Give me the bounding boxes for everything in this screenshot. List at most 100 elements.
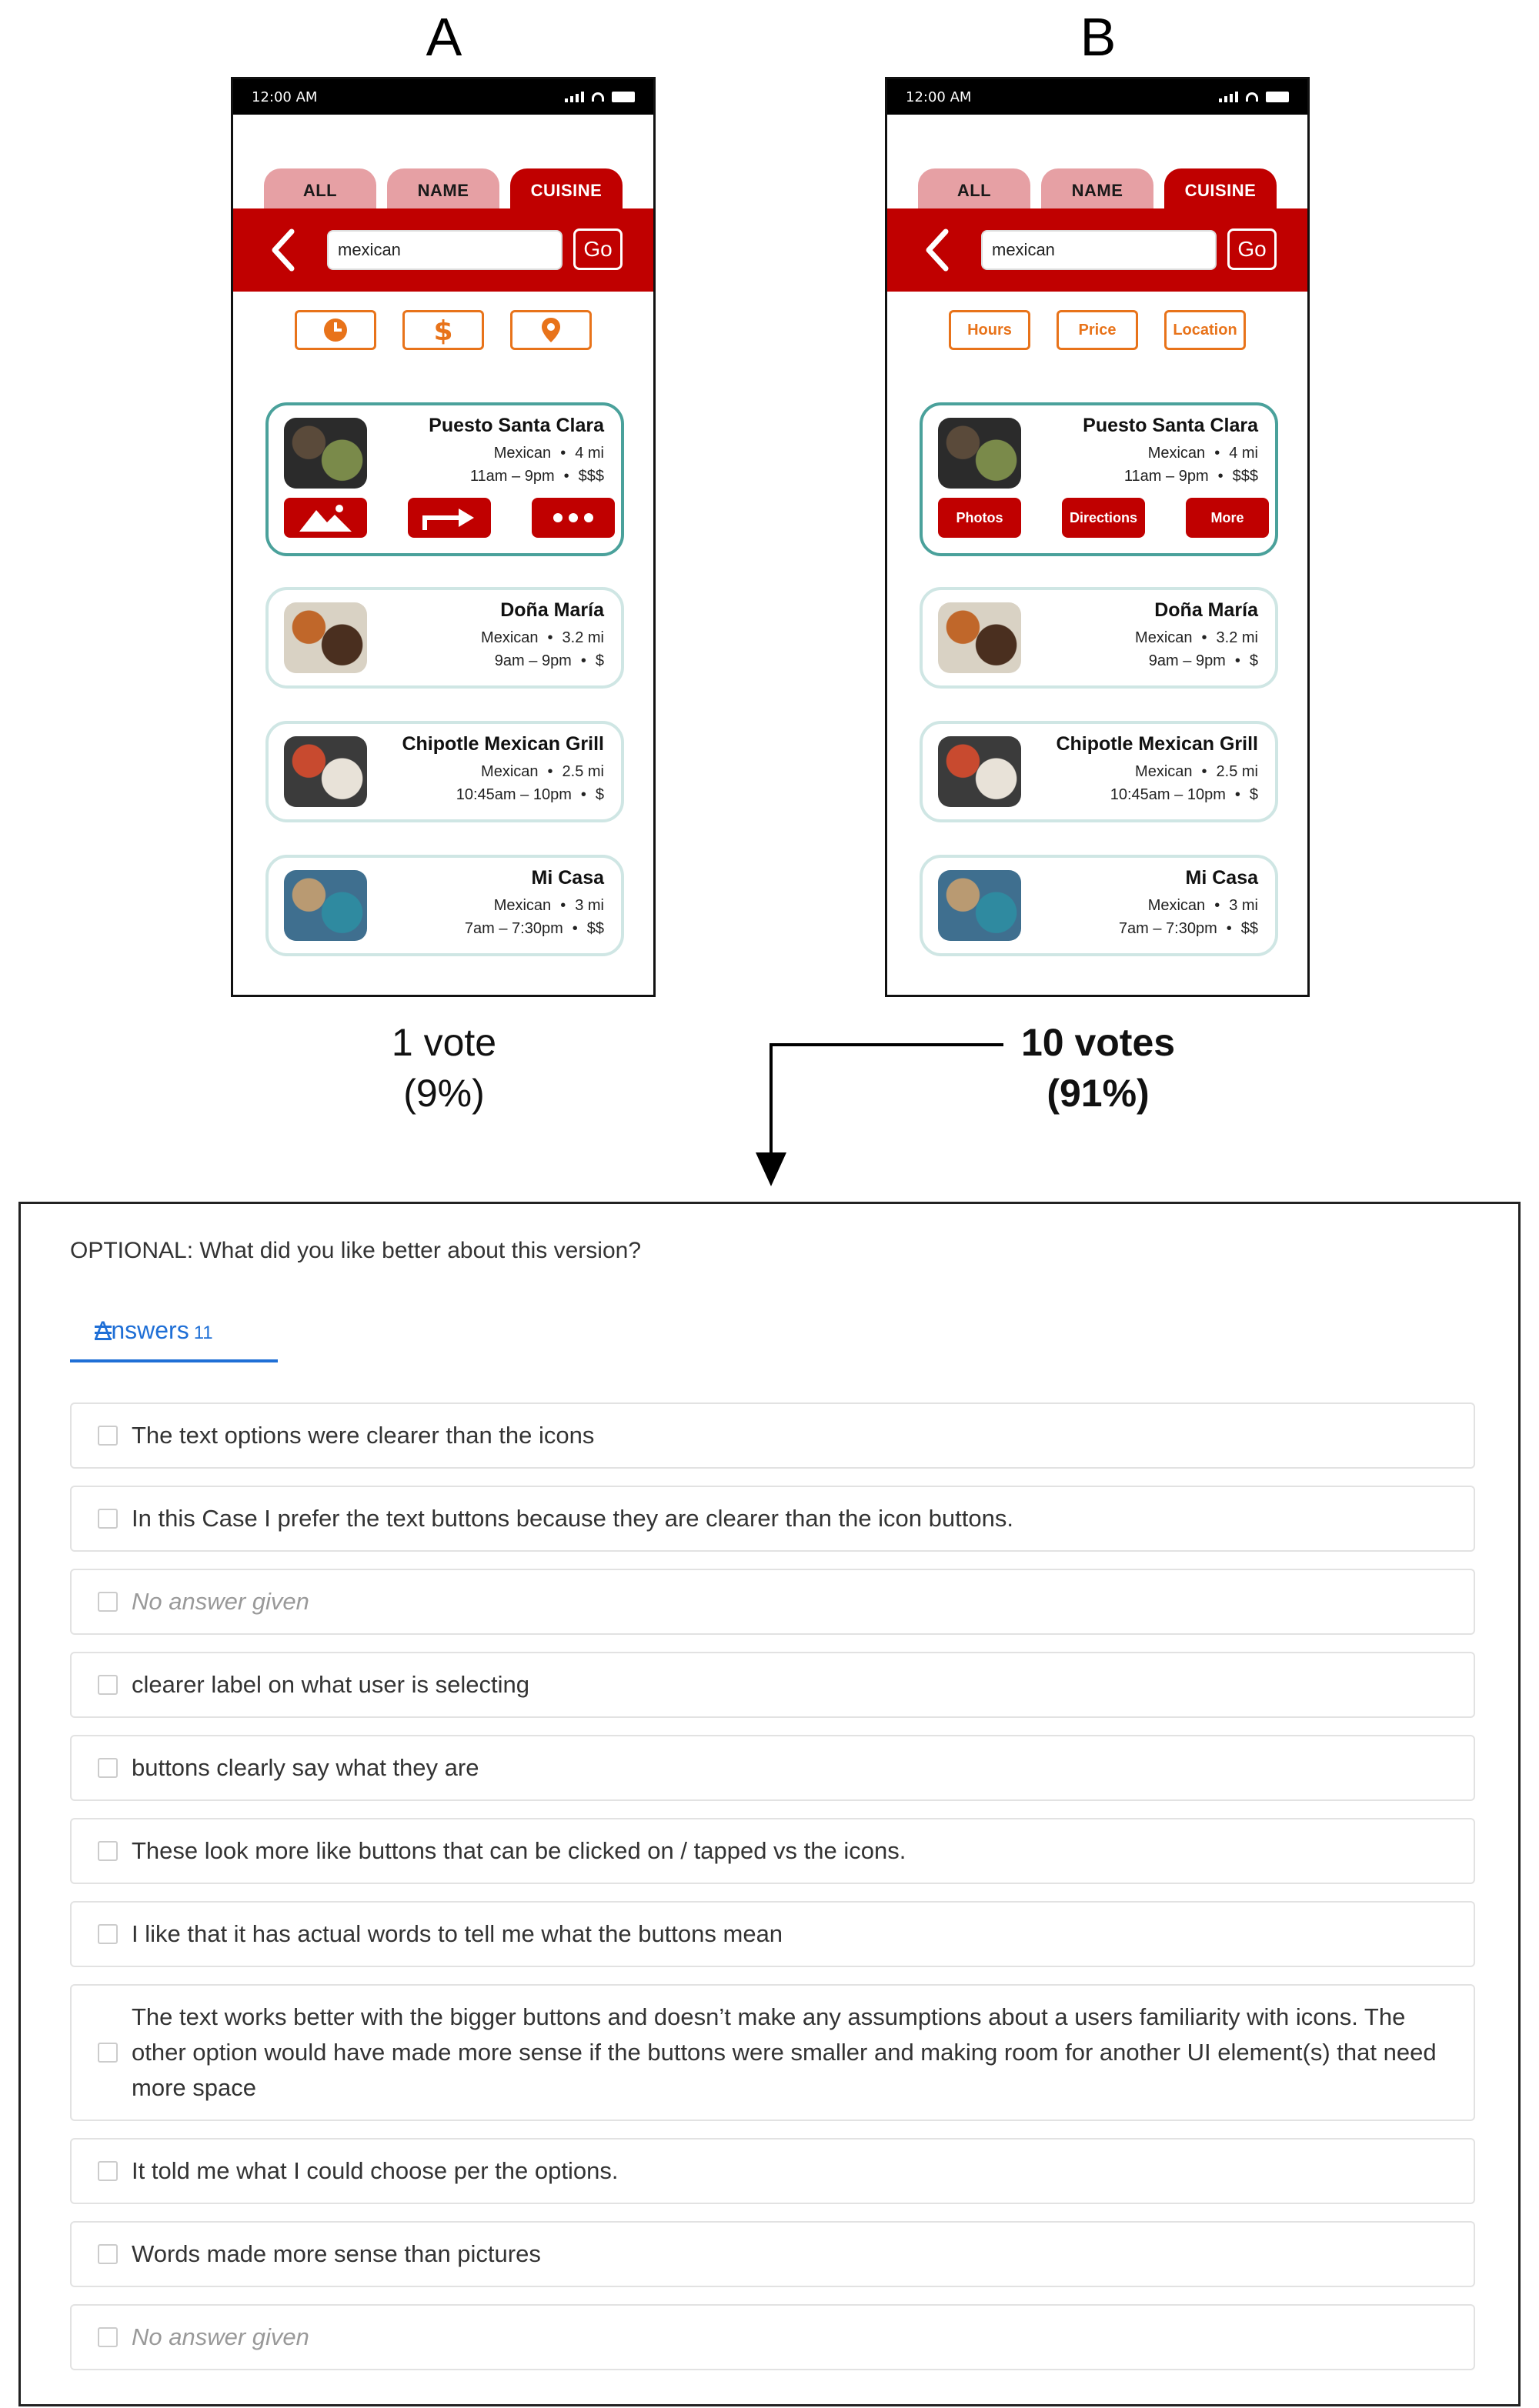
answer-checkbox[interactable] — [98, 2161, 118, 2181]
restaurant-hours-price: 9am – 9pm • $ — [1135, 649, 1258, 672]
restaurant-card[interactable]: Doña María Mexican • 3.2 mi 9am – 9pm • $ — [920, 587, 1278, 689]
restaurant-card[interactable]: Mi Casa Mexican • 3 mi 7am – 7:30pm • $$ — [265, 855, 624, 956]
directions-button[interactable]: Directions — [1062, 498, 1145, 538]
restaurant-card[interactable]: Puesto Santa Clara Mexican • 4 mi 11am – 9pm… — [920, 402, 1278, 556]
answer-text: clearer label on what user is selecting — [132, 1671, 529, 1698]
vote-result-b: 10 votes (91%) — [944, 1017, 1252, 1119]
restaurant-hours: 10:45am – 10pm — [1110, 786, 1226, 803]
bullet-icon: • — [572, 920, 578, 937]
answer-checkbox[interactable] — [98, 1758, 118, 1778]
restaurant-card[interactable]: Doña María Mexican • 3.2 mi 9am – 9pm • $ — [265, 587, 624, 689]
search-bar: mexican Go — [887, 208, 1307, 292]
tab-answers[interactable]: Answers 11 — [70, 1316, 278, 1362]
action-label: Directions — [1069, 509, 1138, 525]
status-time: 12:00 AM — [252, 88, 318, 105]
answer-text: The text options were clearer than the i… — [132, 1422, 595, 1449]
more-button[interactable]: More — [1186, 498, 1269, 538]
back-chevron-icon[interactable] — [262, 227, 309, 273]
answer-row[interactable]: No answer given — [70, 2304, 1475, 2370]
filter-clock-button[interactable] — [295, 310, 376, 350]
answer-row[interactable]: The text options were clearer than the i… — [70, 1402, 1475, 1469]
restaurant-cuisine-distance: Mexican • 3.2 mi — [481, 626, 604, 649]
wifi-icon — [1246, 92, 1258, 102]
answer-row[interactable]: Words made more sense than pictures — [70, 2221, 1475, 2287]
more-dots-button[interactable] — [532, 498, 615, 538]
wifi-icon — [592, 92, 604, 102]
search-input[interactable]: mexican — [981, 230, 1217, 270]
restaurant-cuisine-distance: Mexican • 2.5 mi — [1056, 760, 1258, 783]
go-button[interactable]: Go — [573, 228, 623, 270]
answer-checkbox[interactable] — [98, 2327, 118, 2347]
photos-button[interactable] — [284, 498, 367, 538]
answer-row[interactable]: I like that it has actual words to tell … — [70, 1901, 1475, 1967]
battery-icon — [612, 92, 635, 102]
restaurant-card[interactable]: Chipotle Mexican Grill Mexican • 2.5 mi 10:4… — [265, 721, 624, 822]
restaurant-photo — [284, 870, 367, 941]
tab-cuisine[interactable]: CUISINE — [1164, 168, 1277, 210]
restaurant-info: Chipotle Mexican Grill Mexican • 2.5 mi 10:4… — [1056, 733, 1258, 806]
answer-row[interactable]: These look more like buttons that can be… — [70, 1818, 1475, 1884]
location-pin-icon — [539, 316, 563, 344]
answer-checkbox[interactable] — [98, 1592, 118, 1612]
answer-row[interactable]: buttons clearly say what they are — [70, 1735, 1475, 1801]
signal-icon — [565, 92, 584, 102]
answer-checkbox[interactable] — [98, 1924, 118, 1944]
bullet-icon: • — [1201, 763, 1207, 780]
answer-text: No answer given — [132, 1588, 309, 1615]
search-input[interactable]: mexican — [327, 230, 563, 270]
back-chevron-icon[interactable] — [916, 227, 963, 273]
tab-name[interactable]: NAME — [1041, 168, 1153, 210]
tab-all[interactable]: ALL — [264, 168, 376, 210]
directions-arrow-button[interactable] — [408, 498, 491, 538]
answer-row[interactable]: In this Case I prefer the text buttons b… — [70, 1486, 1475, 1552]
tab-name[interactable]: NAME — [387, 168, 499, 210]
tab-all[interactable]: ALL — [918, 168, 1030, 210]
restaurant-hours-price: 7am – 7:30pm • $$ — [1119, 917, 1258, 940]
restaurant-photo — [938, 602, 1021, 673]
restaurant-name: Doña María — [1154, 599, 1258, 621]
answer-checkbox[interactable] — [98, 2244, 118, 2264]
answer-row[interactable]: No answer given — [70, 1569, 1475, 1635]
go-button[interactable]: Go — [1227, 228, 1277, 270]
vote-count: 10 votes — [1020, 1021, 1176, 1064]
status-bar: 12:00 AM — [887, 79, 1307, 115]
survey-panel: OPTIONAL: What did you like better about… — [18, 1202, 1521, 2406]
restaurant-card[interactable]: Chipotle Mexican Grill Mexican • 2.5 mi 10:4… — [920, 721, 1278, 822]
restaurant-hours: 11am – 9pm — [469, 468, 555, 485]
filter-hours-button[interactable]: Hours — [949, 310, 1030, 350]
filter-dollar-button[interactable]: $ — [402, 310, 484, 350]
restaurant-distance: 3.2 mi — [562, 629, 604, 646]
answer-checkbox[interactable] — [98, 1675, 118, 1695]
restaurant-card[interactable]: Puesto Santa Clara Mexican • 4 mi 11am – 9pm… — [265, 402, 624, 556]
restaurant-cuisine-distance: Mexican • 4 mi — [429, 442, 604, 465]
card-actions: Photos Directions More — [938, 498, 1269, 538]
photos-button[interactable]: Photos — [938, 498, 1021, 538]
filter-location-button[interactable]: Location — [1164, 310, 1246, 350]
restaurant-distance: 2.5 mi — [562, 763, 604, 780]
restaurant-hours-price: 7am – 7:30pm • $$ — [465, 917, 604, 940]
restaurant-name: Puesto Santa Clara — [429, 415, 604, 436]
phone-mockup-a: 12:00 AM ALL NAME CUISINE mexican Go $ Puesto S… — [231, 77, 656, 997]
restaurant-cuisine: Mexican — [481, 629, 539, 646]
vote-percentage: (91%) — [1047, 1072, 1150, 1115]
answer-checkbox[interactable] — [98, 1509, 118, 1529]
restaurant-cuisine: Mexican — [1135, 629, 1193, 646]
answers-count: 11 — [193, 1322, 213, 1343]
answer-checkbox[interactable] — [98, 1841, 118, 1861]
answer-checkbox[interactable] — [98, 1426, 118, 1446]
answer-row[interactable]: The text works better with the bigger bu… — [70, 1984, 1475, 2121]
bullet-icon: • — [1214, 897, 1220, 914]
clock-icon — [322, 317, 349, 343]
restaurant-card[interactable]: Mi Casa Mexican • 3 mi 7am – 7:30pm • $$ — [920, 855, 1278, 956]
filter-price-button[interactable]: Price — [1057, 310, 1138, 350]
bullet-icon: • — [1234, 652, 1240, 669]
tab-cuisine[interactable]: CUISINE — [510, 168, 623, 210]
answer-checkbox[interactable] — [98, 2043, 118, 2063]
restaurant-hours-price: 11am – 9pm • $$$ — [1083, 465, 1258, 488]
filter-location-pin-button[interactable] — [510, 310, 592, 350]
bullet-icon: • — [560, 445, 566, 462]
answer-row[interactable]: clearer label on what user is selecting — [70, 1652, 1475, 1718]
restaurant-price: $$$ — [578, 468, 604, 485]
answer-row[interactable]: It told me what I could choose per the o… — [70, 2138, 1475, 2204]
filter-label: Hours — [967, 321, 1012, 339]
